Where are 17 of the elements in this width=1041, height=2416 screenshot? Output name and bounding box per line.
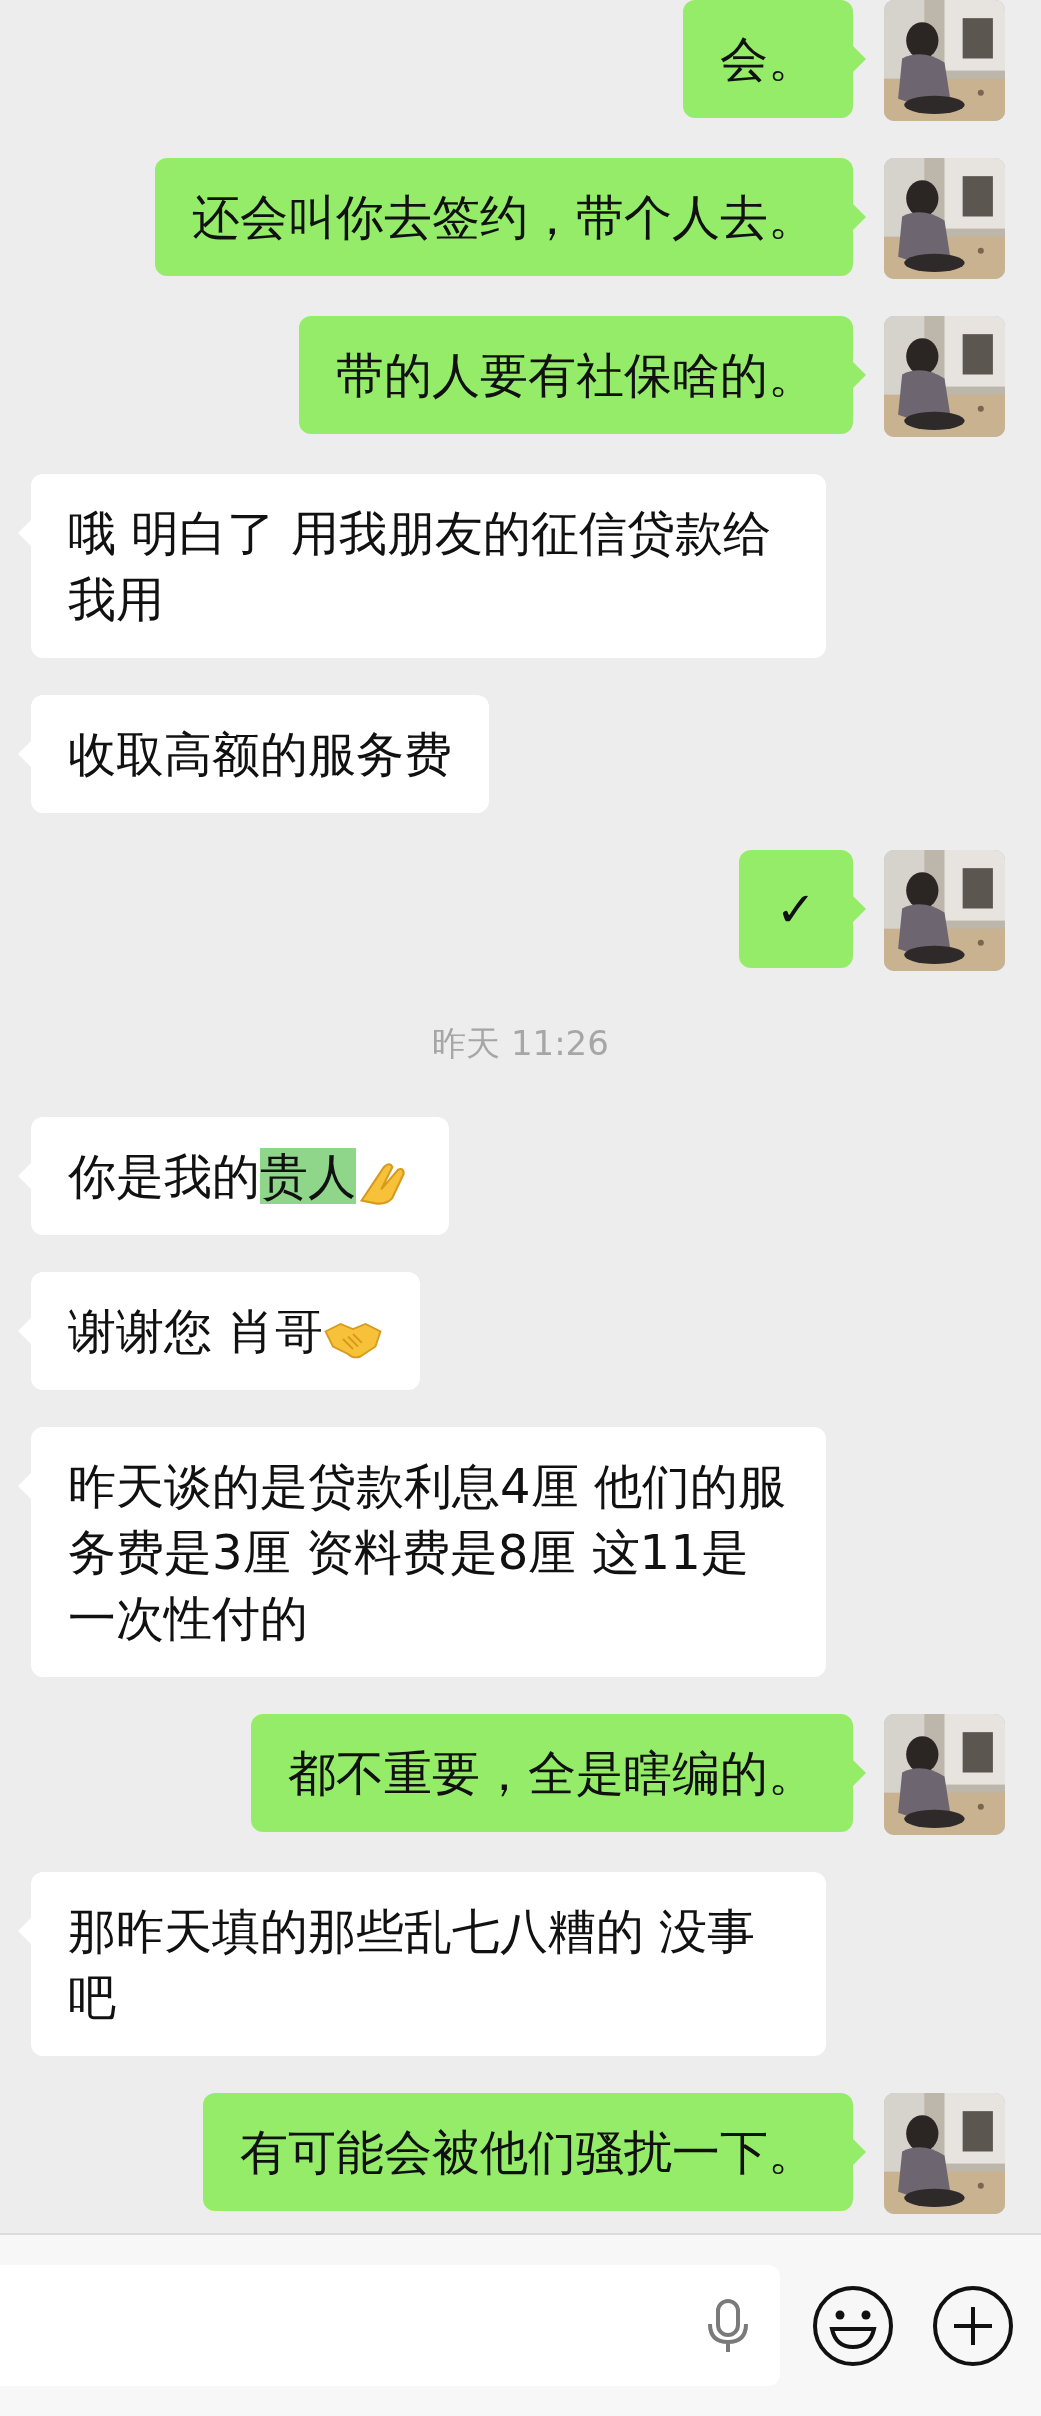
plus-icon[interactable]	[932, 2284, 1014, 2367]
input-field[interactable]	[0, 2265, 780, 2386]
message-text: 会。	[720, 30, 816, 89]
message-text: 哦 明白了 用我朋友的征信贷款给我用	[68, 504, 772, 629]
message-text: 带的人要有社保啥的。	[336, 346, 816, 405]
message-text: 有可能会被他们骚扰一下。	[240, 2123, 816, 2182]
timestamp: 昨天 11:26	[432, 1022, 609, 1065]
message-text: ✓	[775, 880, 816, 939]
message-text: 谢谢您 肖哥	[68, 1302, 324, 1361]
message-text: 昨天谈的是贷款利息4厘 他们的服务费是3厘 资料费是8厘 这11是一次性付的	[68, 1457, 787, 1648]
message-text: 你是我的贵人	[68, 1147, 356, 1206]
message-text: 那昨天填的那些乱七八糟的 没事吧	[68, 1902, 757, 2027]
message-text: 还会叫你去签约，带个人去。	[192, 188, 816, 247]
message-text: 收取高额的服务费	[68, 725, 452, 784]
message-text: 都不重要，全是瞎编的。	[288, 1744, 816, 1803]
smiley-icon[interactable]	[812, 2284, 894, 2367]
microphone-icon[interactable]	[706, 2297, 750, 2354]
